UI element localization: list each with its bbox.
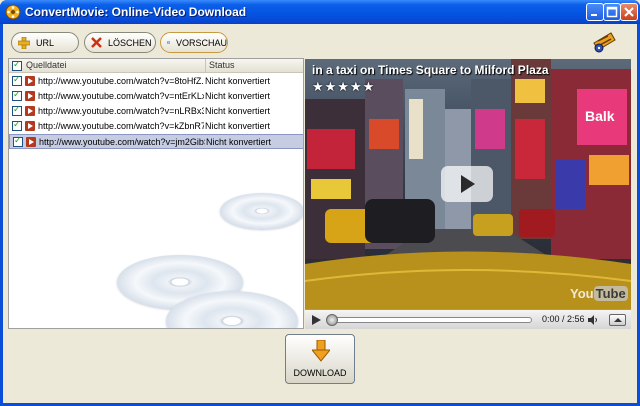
video-file-icon: [25, 106, 35, 116]
logo-tube-text: Tube: [593, 286, 628, 301]
time-readout: 0:00 / 2:56: [542, 314, 585, 324]
monitor-icon: [167, 41, 170, 44]
row-checkbox[interactable]: [13, 135, 23, 147]
row-status: Nicht konvertiert: [206, 137, 272, 147]
row-url: http://www.youtube.com/watch?v=8toHfZ...: [38, 76, 204, 86]
row-status: Nicht konvertiert: [205, 121, 271, 131]
row-url: http://www.youtube.com/watch?v=kZbnR7r..…: [38, 121, 204, 131]
maximize-icon: [606, 6, 618, 18]
svg-text:Balk: Balk: [585, 108, 615, 124]
column-divider[interactable]: [205, 59, 206, 73]
list-item-selected[interactable]: http://www.youtube.com/watch?v=jm2GibS..…: [9, 134, 303, 149]
list-item[interactable]: http://www.youtube.com/watch?v=nLRBx3...…: [9, 104, 303, 119]
seek-handle[interactable]: [326, 314, 338, 326]
video-file-icon: [26, 137, 36, 147]
video-file-icon: [25, 76, 35, 86]
video-file-icon: [25, 121, 35, 131]
video-player[interactable]: Balk in a taxi on Times Square to Milfor: [305, 59, 631, 329]
delete-button[interactable]: LÖSCHEN: [84, 32, 156, 53]
film-icon: [5, 4, 21, 20]
rating-stars[interactable]: ★★★★★: [312, 79, 375, 95]
row-status: Nicht konvertiert: [205, 76, 271, 86]
url-button-label: URL: [36, 37, 55, 48]
minimize-button[interactable]: [586, 3, 604, 21]
column-header-source[interactable]: Quelldatei: [26, 60, 67, 70]
download-label: DOWNLOAD: [293, 368, 347, 378]
file-list[interactable]: Quelldatei Status http://www.youtube.com…: [8, 58, 304, 329]
add-url-button[interactable]: URL: [11, 32, 79, 53]
row-status: Nicht konvertiert: [205, 106, 271, 116]
seek-bar[interactable]: [326, 314, 532, 326]
row-checkbox[interactable]: [12, 74, 22, 86]
plus-icon: [18, 36, 30, 49]
player-controls: 0:00 / 2:56: [305, 309, 631, 329]
logo-you-text: You: [570, 286, 594, 301]
list-item[interactable]: http://www.youtube.com/watch?v=8toHfZ...…: [9, 74, 303, 89]
play-overlay-icon[interactable]: [441, 166, 493, 202]
row-url: http://www.youtube.com/watch?v=ntErKLx..…: [38, 91, 204, 101]
cd-disc-decoration: [220, 193, 303, 229]
row-checkbox[interactable]: [12, 89, 22, 101]
title-bar[interactable]: ConvertMovie: Online-Video Download: [0, 0, 640, 24]
column-header-status[interactable]: Status: [209, 60, 235, 70]
delete-button-label: LÖSCHEN: [108, 37, 152, 48]
list-item[interactable]: http://www.youtube.com/watch?v=ntErKLx..…: [9, 89, 303, 104]
video-title: in a taxi on Times Square to Milford Pla…: [312, 63, 549, 77]
application-window: ConvertMovie: Online-Video Download URL …: [0, 0, 640, 406]
play-icon[interactable]: [310, 314, 322, 326]
volume-icon[interactable]: [588, 315, 598, 325]
preview-button[interactable]: VORSCHAU: [160, 32, 228, 53]
select-all-checkbox[interactable]: [12, 59, 22, 71]
video-frame[interactable]: Balk in a taxi on Times Square to Milfor: [305, 59, 631, 309]
preview-button-label: VORSCHAU: [175, 37, 227, 48]
download-arrow-icon: [312, 340, 330, 362]
row-checkbox[interactable]: [12, 119, 22, 131]
row-url: http://www.youtube.com/watch?v=nLRBx3...: [38, 106, 204, 116]
video-file-icon: [25, 91, 35, 101]
maximize-button[interactable]: [603, 3, 621, 21]
list-item[interactable]: http://www.youtube.com/watch?v=kZbnR7r..…: [9, 119, 303, 134]
client-area: URL LÖSCHEN VORSCHAU Quellda: [3, 24, 637, 403]
row-status: Nicht konvertiert: [205, 91, 271, 101]
minimize-icon: [591, 14, 597, 16]
app-logo-icon: [593, 32, 616, 53]
delete-icon: [91, 37, 102, 48]
window-title: ConvertMovie: Online-Video Download: [25, 5, 247, 19]
fullscreen-button[interactable]: [609, 314, 626, 326]
youtube-logo: You Tube: [570, 286, 628, 301]
list-header: Quelldatei Status: [9, 59, 303, 73]
row-checkbox[interactable]: [12, 104, 22, 116]
download-button[interactable]: DOWNLOAD: [285, 334, 355, 384]
close-button[interactable]: [620, 3, 638, 21]
row-url: http://www.youtube.com/watch?v=jm2GibS..…: [39, 137, 205, 147]
close-icon: [624, 7, 634, 17]
